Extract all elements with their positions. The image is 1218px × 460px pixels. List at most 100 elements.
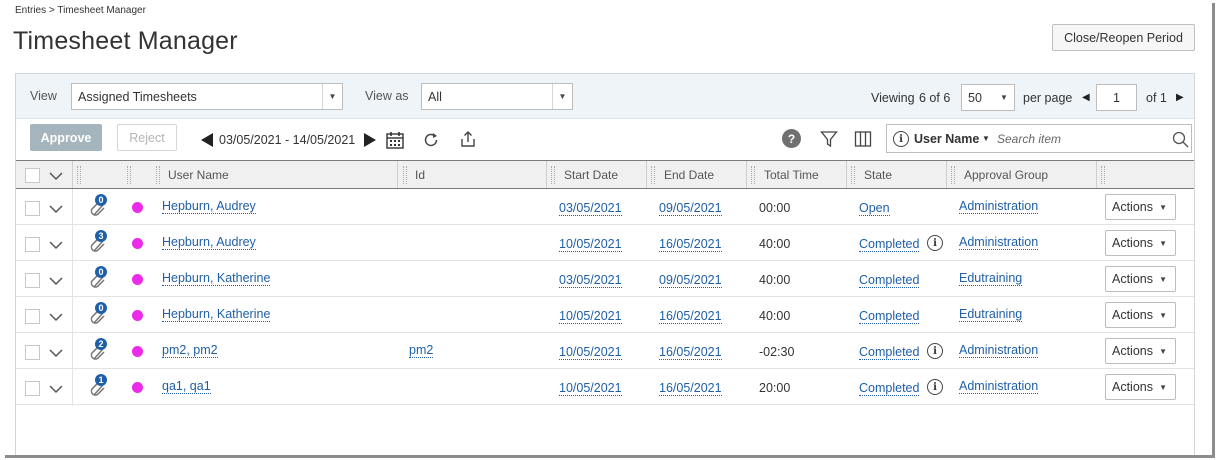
refresh-icon[interactable]: [421, 130, 441, 150]
chevron-down-icon[interactable]: [49, 312, 63, 322]
column-grip[interactable]: [551, 166, 555, 184]
table-row[interactable]: 0 Hepburn, Katherine 03/05/2021 09/05/20…: [16, 261, 1194, 297]
state-link[interactable]: Completed: [859, 309, 920, 324]
table-row[interactable]: 1 qa1, qa1 10/05/2021 16/05/2021 20:00 C…: [16, 369, 1194, 405]
actions-dropdown[interactable]: Actions ▼: [1105, 194, 1176, 220]
paperclip-icon[interactable]: 3: [89, 229, 109, 255]
end-date-link[interactable]: 09/05/2021: [659, 273, 722, 288]
chevron-down-icon[interactable]: [49, 276, 63, 286]
next-page-icon[interactable]: ▶: [1176, 92, 1184, 103]
column-header-total-time[interactable]: Total Time: [764, 161, 819, 188]
view-select[interactable]: Assigned Timesheets ▼: [71, 83, 343, 110]
per-page-select[interactable]: 50 ▼: [961, 84, 1015, 111]
column-header-approval-group[interactable]: Approval Group: [964, 161, 1048, 188]
approval-group-link[interactable]: Edutraining: [959, 271, 1023, 286]
close-reopen-period-button[interactable]: Close/Reopen Period: [1052, 24, 1195, 51]
user-name-link[interactable]: Hepburn, Audrey: [162, 199, 256, 214]
calendar-icon[interactable]: [385, 130, 405, 150]
start-date-link[interactable]: 10/05/2021: [559, 381, 622, 396]
info-icon[interactable]: i: [927, 379, 943, 395]
end-date-link[interactable]: 09/05/2021: [659, 201, 722, 216]
paperclip-icon[interactable]: 0: [89, 265, 109, 291]
triangle-right-icon[interactable]: [363, 132, 377, 148]
paperclip-icon[interactable]: 0: [89, 301, 109, 327]
table-row[interactable]: 2 pm2, pm2 pm2 10/05/2021 16/05/2021 -02…: [16, 333, 1194, 369]
user-name-link[interactable]: qa1, qa1: [162, 379, 211, 394]
column-grip[interactable]: [403, 166, 407, 184]
help-icon[interactable]: ?: [782, 129, 801, 148]
user-name-link[interactable]: pm2, pm2: [162, 343, 218, 358]
row-checkbox[interactable]: [25, 201, 40, 216]
chevron-down-icon[interactable]: ▼: [982, 134, 990, 143]
triangle-left-icon[interactable]: [200, 132, 214, 148]
approval-group-link[interactable]: Administration: [959, 235, 1039, 250]
state-link[interactable]: Completed: [859, 345, 920, 360]
column-header-end-date[interactable]: End Date: [664, 161, 714, 188]
approval-group-link[interactable]: Edutraining: [959, 307, 1023, 322]
info-icon[interactable]: i: [927, 235, 943, 251]
actions-dropdown[interactable]: Actions ▼: [1105, 374, 1176, 400]
paperclip-icon[interactable]: 0: [89, 193, 109, 219]
row-checkbox[interactable]: [25, 345, 40, 360]
search-field-select[interactable]: User Name: [914, 132, 979, 146]
filter-icon[interactable]: [819, 129, 839, 149]
approval-group-link[interactable]: Administration: [959, 343, 1039, 358]
column-grip[interactable]: [127, 166, 131, 184]
actions-dropdown[interactable]: Actions ▼: [1105, 230, 1176, 256]
actions-dropdown[interactable]: Actions ▼: [1105, 266, 1176, 292]
id-link[interactable]: pm2: [409, 343, 434, 358]
user-name-link[interactable]: Hepburn, Katherine: [162, 271, 271, 286]
column-grip[interactable]: [951, 166, 955, 184]
breadcrumb[interactable]: Entries > Timesheet Manager: [15, 5, 146, 16]
row-checkbox[interactable]: [25, 309, 40, 324]
chevron-down-icon[interactable]: [49, 240, 63, 250]
info-icon[interactable]: i: [927, 343, 943, 359]
column-header-state[interactable]: State: [864, 161, 892, 188]
start-date-link[interactable]: 10/05/2021: [559, 345, 622, 360]
info-icon[interactable]: i: [893, 131, 909, 147]
row-checkbox[interactable]: [25, 237, 40, 252]
table-row[interactable]: 0 Hepburn, Audrey 03/05/2021 09/05/2021 …: [16, 189, 1194, 225]
state-link[interactable]: Completed: [859, 237, 920, 252]
table-row[interactable]: 0 Hepburn, Katherine 10/05/2021 16/05/20…: [16, 297, 1194, 333]
actions-dropdown[interactable]: Actions ▼: [1105, 338, 1176, 364]
approve-button[interactable]: Approve: [30, 124, 102, 151]
column-grip[interactable]: [851, 166, 855, 184]
actions-dropdown[interactable]: Actions ▼: [1105, 302, 1176, 328]
start-date-link[interactable]: 10/05/2021: [559, 309, 622, 324]
approval-group-link[interactable]: Administration: [959, 199, 1039, 214]
date-range-label[interactable]: 03/05/2021 - 14/05/2021: [219, 133, 355, 147]
approval-group-link[interactable]: Administration: [959, 379, 1039, 394]
paperclip-icon[interactable]: 1: [89, 373, 109, 399]
start-date-link[interactable]: 03/05/2021: [559, 201, 622, 216]
chevron-down-icon[interactable]: [49, 384, 63, 394]
column-header-id[interactable]: Id: [415, 161, 425, 188]
row-checkbox[interactable]: [25, 381, 40, 396]
user-name-link[interactable]: Hepburn, Audrey: [162, 235, 256, 250]
previous-page-icon[interactable]: ◀: [1082, 92, 1090, 103]
end-date-link[interactable]: 16/05/2021: [659, 381, 722, 396]
chevron-down-icon[interactable]: [49, 204, 63, 214]
end-date-link[interactable]: 16/05/2021: [659, 345, 722, 360]
start-date-link[interactable]: 10/05/2021: [559, 237, 622, 252]
paperclip-icon[interactable]: 2: [89, 337, 109, 363]
search-icon[interactable]: [1171, 130, 1189, 148]
select-all-checkbox[interactable]: [25, 168, 40, 183]
column-header-user-name[interactable]: User Name: [168, 161, 229, 188]
end-date-link[interactable]: 16/05/2021: [659, 309, 722, 324]
column-grip[interactable]: [651, 166, 655, 184]
chevron-down-icon[interactable]: [49, 171, 63, 181]
column-grip[interactable]: [156, 166, 160, 184]
reject-button[interactable]: Reject: [117, 124, 177, 151]
column-grip[interactable]: [751, 166, 755, 184]
column-grip[interactable]: [77, 166, 81, 184]
column-grip[interactable]: [1101, 166, 1105, 184]
view-as-select[interactable]: All ▼: [421, 83, 573, 110]
search-input[interactable]: [997, 129, 1167, 148]
state-link[interactable]: Completed: [859, 381, 920, 396]
state-link[interactable]: Open: [859, 201, 890, 216]
start-date-link[interactable]: 03/05/2021: [559, 273, 622, 288]
state-link[interactable]: Completed: [859, 273, 920, 288]
user-name-link[interactable]: Hepburn, Katherine: [162, 307, 271, 322]
column-header-start-date[interactable]: Start Date: [564, 161, 618, 188]
